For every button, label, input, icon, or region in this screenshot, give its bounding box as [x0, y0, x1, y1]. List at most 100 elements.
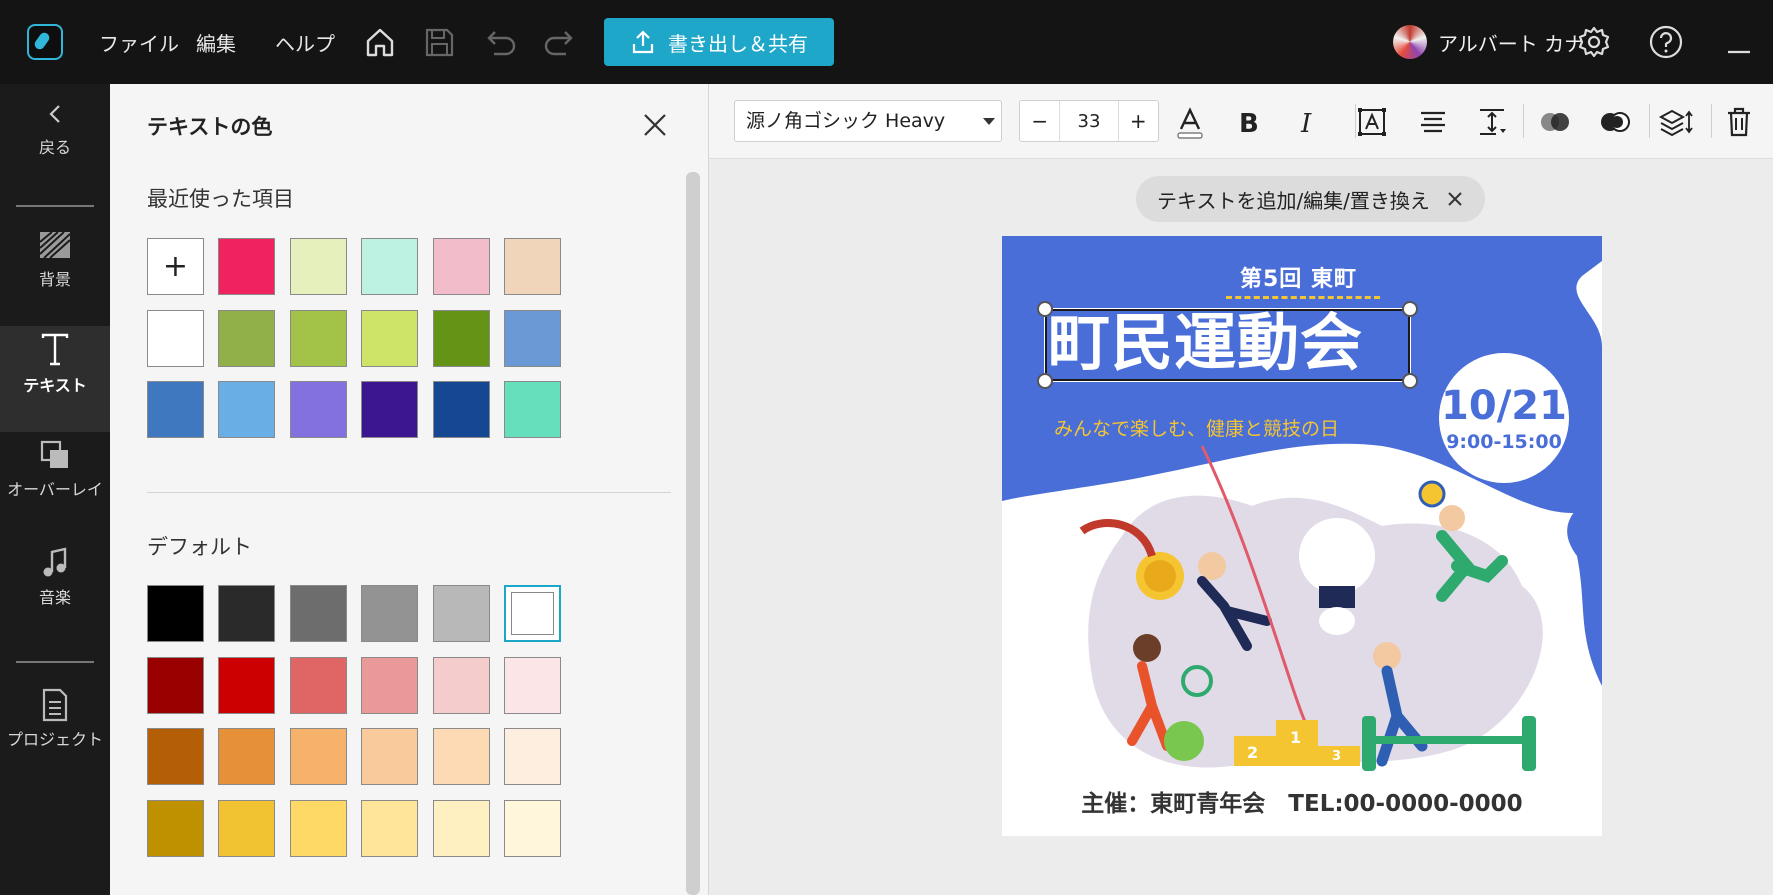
poster-date: 10/21	[1441, 383, 1567, 429]
nav-back[interactable]: 戻る	[0, 94, 110, 200]
recent-color-swatch[interactable]	[218, 310, 275, 367]
default-color-swatch[interactable]	[361, 800, 418, 857]
avatar[interactable]	[1393, 25, 1427, 59]
close-icon[interactable]	[1446, 190, 1464, 208]
recent-color-swatch[interactable]	[218, 238, 275, 295]
poster-dashed-line	[1226, 296, 1380, 299]
default-color-swatch[interactable]	[218, 800, 275, 857]
save-icon[interactable]	[419, 22, 459, 62]
default-color-swatch[interactable]	[147, 728, 204, 785]
text-box-icon[interactable]	[1352, 102, 1392, 142]
default-color-swatch-selected[interactable]	[504, 585, 561, 642]
default-color-swatch[interactable]	[147, 800, 204, 857]
nav-overlay[interactable]: オーバーレイ	[0, 434, 110, 540]
user-name[interactable]: アルバート カナ	[1438, 28, 1584, 57]
poster-canvas[interactable]: 第5回 東町 町民運動会 みんなで楽しむ、健康と競技の日 10/21 9:00-…	[1002, 236, 1602, 836]
toolbar-divider	[1649, 104, 1650, 138]
home-icon[interactable]	[360, 22, 400, 62]
recent-color-swatch[interactable]	[433, 310, 490, 367]
recent-color-swatch[interactable]	[147, 310, 204, 367]
poster-footer[interactable]: 主催：東町青年会 TEL:00-0000-0000	[1002, 784, 1602, 818]
recent-color-swatch[interactable]	[361, 310, 418, 367]
recent-color-swatch[interactable]	[433, 238, 490, 295]
nav-text-label: テキスト	[23, 376, 87, 395]
nav-text[interactable]: テキスト	[0, 326, 110, 432]
recent-color-swatch[interactable]	[504, 310, 561, 367]
italic-icon[interactable]: I	[1288, 102, 1328, 142]
close-icon[interactable]	[640, 110, 670, 140]
poster-top-text[interactable]: 第5回 東町	[1240, 261, 1357, 293]
toolbar-divider	[1523, 104, 1524, 138]
blend-icon[interactable]	[1595, 102, 1635, 142]
font-size-stepper[interactable]: − 33 +	[1019, 100, 1159, 142]
trash-icon[interactable]	[1719, 102, 1759, 142]
default-color-swatch[interactable]	[147, 585, 204, 642]
font-size-increase-button[interactable]: +	[1117, 101, 1158, 141]
resize-handle[interactable]	[1402, 373, 1418, 389]
recent-color-swatch[interactable]	[218, 381, 275, 438]
help-icon[interactable]	[1646, 22, 1686, 62]
poster-date-badge[interactable]: 10/21 9:00-15:00	[1439, 353, 1569, 483]
dropdown-caret-icon	[983, 118, 995, 125]
recent-color-swatch[interactable]	[290, 381, 347, 438]
add-color-button[interactable]: +	[147, 238, 204, 295]
default-color-swatch[interactable]	[218, 728, 275, 785]
default-color-swatch[interactable]	[290, 657, 347, 714]
recent-color-swatch[interactable]	[361, 381, 418, 438]
menu-edit[interactable]: 編集	[196, 28, 236, 57]
default-color-swatch[interactable]	[290, 728, 347, 785]
layer-order-icon[interactable]	[1656, 102, 1696, 142]
default-color-swatch[interactable]	[361, 585, 418, 642]
font-family-select[interactable]: 源ノ角ゴシック Heavy	[734, 100, 1002, 142]
undo-icon[interactable]	[480, 22, 520, 62]
default-color-swatch[interactable]	[504, 657, 561, 714]
recent-color-swatch[interactable]	[290, 310, 347, 367]
poster-subtitle[interactable]: みんなで楽しむ、健康と競技の日	[1054, 414, 1339, 441]
text-selection-box[interactable]	[1044, 308, 1411, 382]
default-color-swatch[interactable]	[361, 728, 418, 785]
default-color-swatch[interactable]	[433, 585, 490, 642]
nav-overlay-label: オーバーレイ	[7, 480, 103, 499]
text-toolbar: 源ノ角ゴシック Heavy − 33 + B I	[709, 84, 1773, 159]
text-color-icon[interactable]	[1170, 102, 1210, 142]
resize-handle[interactable]	[1402, 301, 1418, 317]
default-color-swatch[interactable]	[433, 657, 490, 714]
nav-background[interactable]: 背景	[0, 224, 110, 330]
menu-file[interactable]: ファイル	[99, 28, 179, 57]
default-color-swatch[interactable]	[361, 657, 418, 714]
line-spacing-icon[interactable]	[1474, 102, 1514, 142]
align-center-icon[interactable]	[1413, 102, 1453, 142]
recent-color-swatch[interactable]	[433, 381, 490, 438]
resize-handle[interactable]	[1037, 301, 1053, 317]
default-color-swatch[interactable]	[433, 800, 490, 857]
gear-icon[interactable]	[1574, 22, 1614, 62]
app-logo-icon[interactable]	[27, 24, 63, 60]
resize-handle[interactable]	[1037, 373, 1053, 389]
default-color-swatch[interactable]	[218, 585, 275, 642]
svg-text:I: I	[1300, 109, 1312, 139]
nav-project[interactable]: プロジェクト	[0, 684, 110, 790]
menu-help[interactable]: ヘルプ	[275, 28, 335, 57]
default-color-swatch[interactable]	[290, 800, 347, 857]
bold-icon[interactable]: B	[1228, 102, 1268, 142]
default-color-swatch[interactable]	[504, 800, 561, 857]
default-color-swatch[interactable]	[218, 657, 275, 714]
panel-scrollbar[interactable]	[686, 172, 700, 895]
default-color-swatch[interactable]	[290, 585, 347, 642]
recent-color-swatch[interactable]	[290, 238, 347, 295]
opacity-icon[interactable]	[1535, 102, 1575, 142]
default-color-swatch[interactable]	[147, 657, 204, 714]
nav-music[interactable]: 音楽	[0, 542, 110, 648]
recent-color-swatch[interactable]	[147, 381, 204, 438]
redo-icon[interactable]	[540, 22, 580, 62]
recent-color-swatch[interactable]	[504, 381, 561, 438]
minimize-icon[interactable]	[1718, 22, 1758, 62]
edit-text-chip[interactable]: テキストを追加/編集/置き換え	[1136, 176, 1485, 222]
font-size-value[interactable]: 33	[1060, 101, 1117, 141]
export-share-button[interactable]: 書き出し＆共有	[604, 18, 834, 66]
recent-color-swatch[interactable]	[361, 238, 418, 295]
default-color-swatch[interactable]	[433, 728, 490, 785]
recent-color-swatch[interactable]	[504, 238, 561, 295]
font-size-decrease-button[interactable]: −	[1020, 101, 1061, 141]
default-color-swatch[interactable]	[504, 728, 561, 785]
